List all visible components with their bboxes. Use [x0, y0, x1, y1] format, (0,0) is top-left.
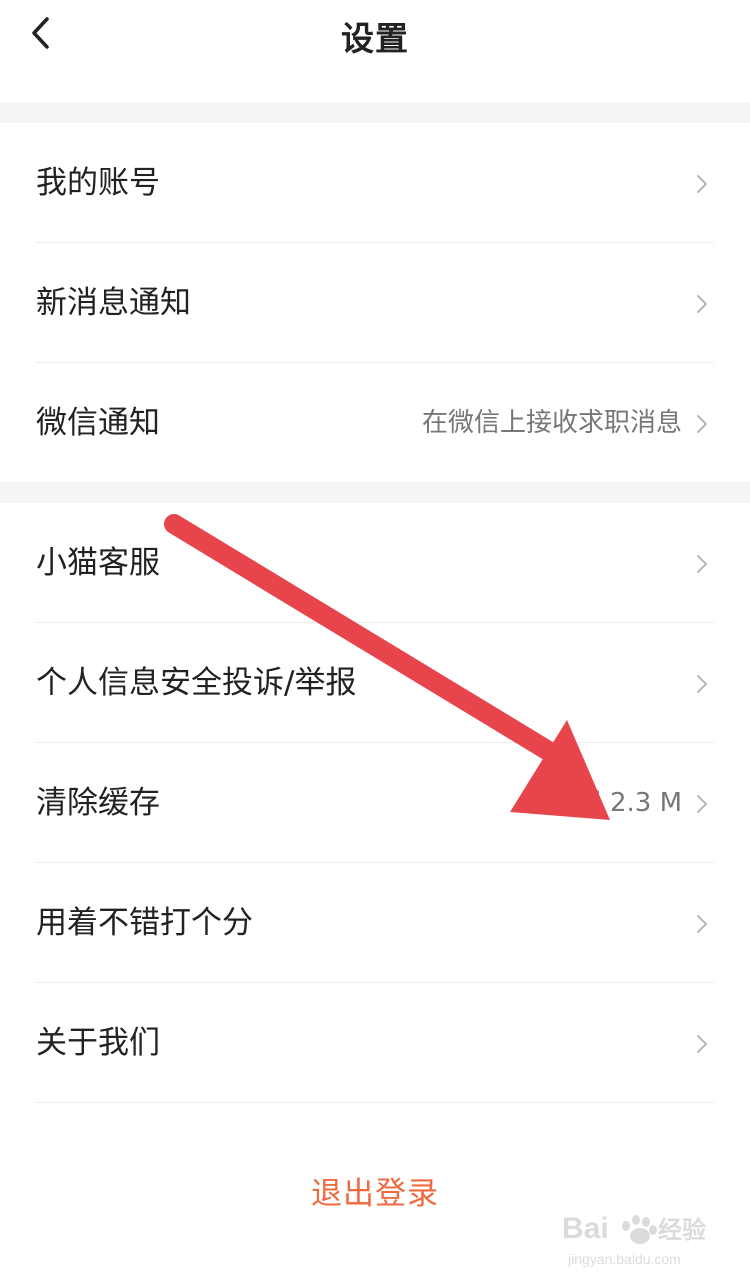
- settings-row-label: 关于我们: [36, 1025, 160, 1061]
- nav-bar: 设置: [0, 0, 750, 102]
- settings-row-label: 用着不错打个分: [36, 905, 253, 941]
- chevron-right-icon: [697, 1035, 707, 1053]
- baidu-watermark-logo: Bai 经验 jingyan.baidu.com: [562, 1212, 706, 1267]
- settings-row-about-us[interactable]: 关于我们: [0, 983, 750, 1103]
- settings-row-my-account[interactable]: 我的账号: [0, 123, 750, 243]
- settings-row-label: 小猫客服: [36, 545, 160, 581]
- settings-row-privacy-complaint[interactable]: 个人信息安全投诉/举报: [0, 623, 750, 743]
- settings-row-label: 微信通知: [36, 405, 160, 441]
- settings-row-clear-cache[interactable]: 清除缓存 已使用 2.3 M: [0, 743, 750, 863]
- settings-row-wechat-notification[interactable]: 微信通知 在微信上接收求职消息: [0, 363, 750, 483]
- settings-row-label: 新消息通知: [36, 285, 191, 321]
- settings-group-general: 小猫客服 个人信息安全投诉/举报 清除缓存 已使用 2.3 M 用着不错打个分 …: [0, 503, 750, 1103]
- svg-text:jingyan.baidu.com: jingyan.baidu.com: [567, 1251, 681, 1267]
- chevron-right-icon: [697, 675, 707, 693]
- chevron-right-icon: [697, 555, 707, 573]
- section-separator: [0, 482, 750, 503]
- settings-row-rate-app[interactable]: 用着不错打个分: [0, 863, 750, 983]
- settings-row-label: 我的账号: [36, 165, 160, 201]
- settings-row-new-message-notification[interactable]: 新消息通知: [0, 243, 750, 363]
- chevron-right-icon: [697, 175, 707, 193]
- settings-group-account: 我的账号 新消息通知 微信通知 在微信上接收求职消息: [0, 123, 750, 483]
- page-title: 设置: [341, 19, 409, 58]
- chevron-right-icon: [697, 915, 707, 933]
- chevron-right-icon: [697, 295, 707, 313]
- svg-text:Bai: Bai: [562, 1212, 609, 1245]
- settings-row-value: 在微信上接收求职消息: [421, 408, 682, 438]
- section-separator: [0, 102, 750, 123]
- chevron-right-icon: [697, 795, 707, 813]
- cache-size-value: 已使用 2.3 M: [523, 788, 682, 818]
- settings-row-customer-service[interactable]: 小猫客服: [0, 503, 750, 623]
- chevron-right-icon: [697, 415, 707, 433]
- svg-text:经验: 经验: [658, 1216, 706, 1244]
- settings-row-label: 清除缓存: [36, 785, 160, 821]
- settings-row-label: 个人信息安全投诉/举报: [36, 665, 357, 701]
